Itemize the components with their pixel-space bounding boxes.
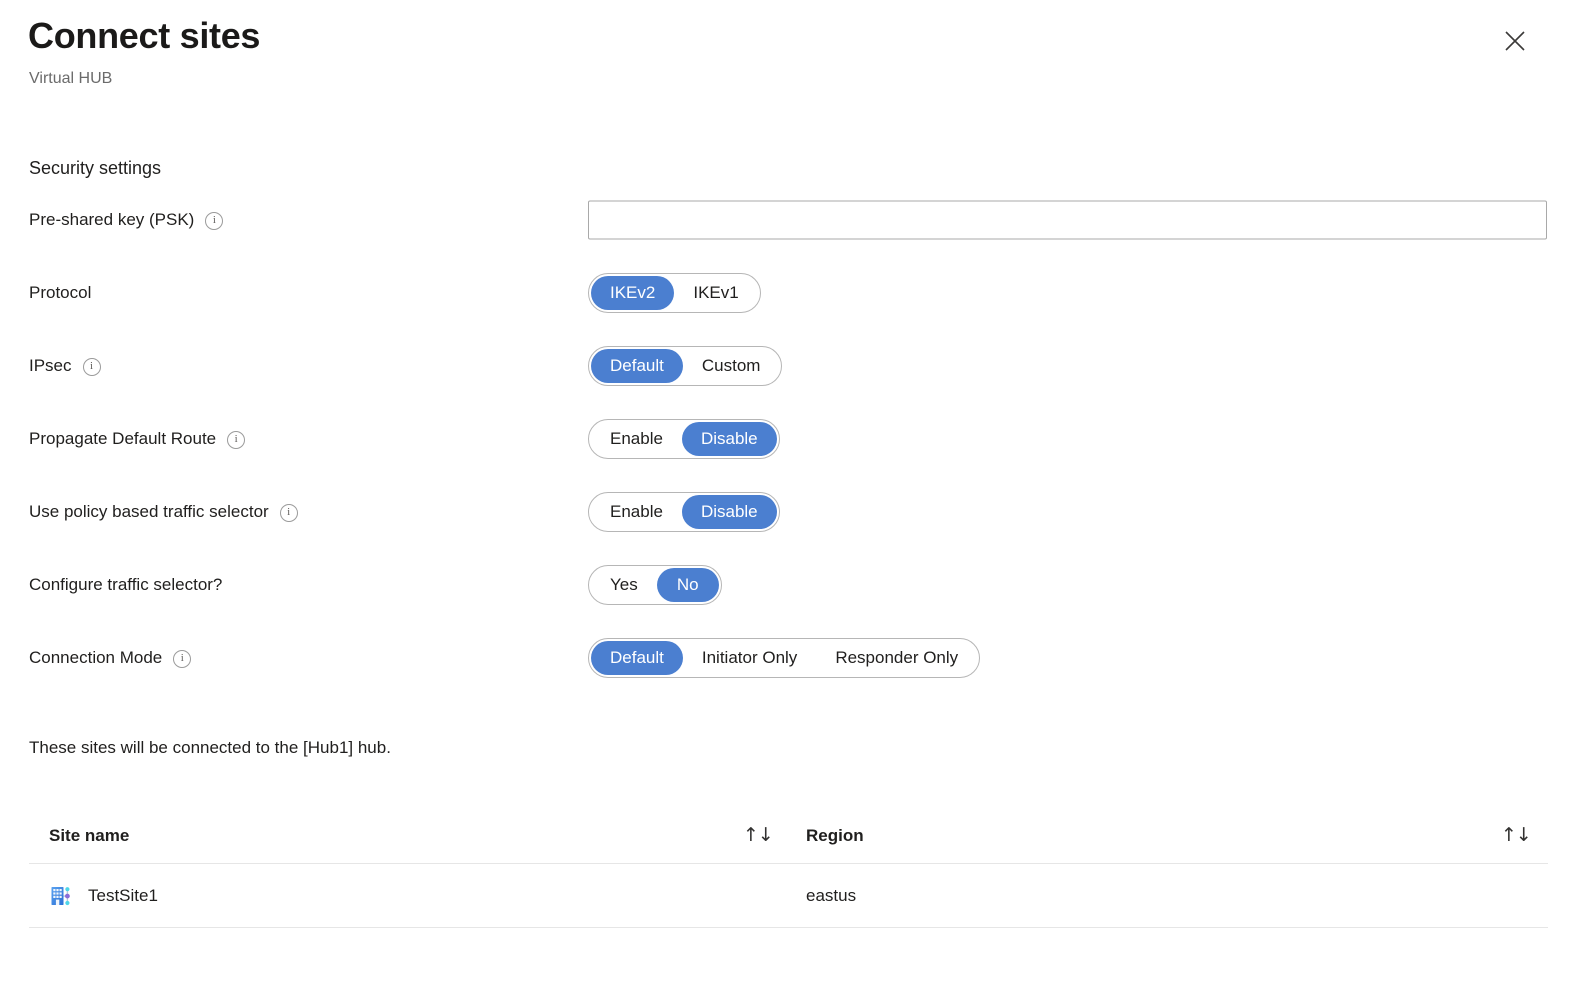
field-row-psk: Pre-shared key (PSK) i <box>0 200 1578 240</box>
field-row-use-policy-based-traffic-selector: Use policy based traffic selector i Enab… <box>0 492 1578 532</box>
field-row-propagate-default-route: Propagate Default Route i Enable Disable <box>0 419 1578 459</box>
psk-input[interactable] <box>588 200 1547 240</box>
field-row-protocol: Protocol IKEv2 IKEv1 <box>0 273 1578 313</box>
configure-traffic-selector-option-no[interactable]: No <box>656 568 719 602</box>
section-heading-security-settings: Security settings <box>29 158 162 178</box>
ipsec-option-custom[interactable]: Custom <box>683 349 780 383</box>
field-label-text-propagate-default-route: Propagate Default Route <box>29 429 217 448</box>
protocol-option-ikev2[interactable]: IKEv2 <box>591 276 675 310</box>
field-label-use-policy-based-traffic-selector: Use policy based traffic selector i <box>29 502 298 522</box>
field-label-protocol: Protocol <box>29 283 91 303</box>
info-icon-propagate-default-route[interactable]: i <box>227 431 246 449</box>
sites-table-header: Site name ↑↓ Region ↑↓ <box>29 818 1548 864</box>
field-label-text-connection-mode: Connection Mode <box>29 648 163 667</box>
field-label-text-protocol: Protocol <box>29 283 92 302</box>
protocol-option-ikev1[interactable]: IKEv1 <box>674 276 757 310</box>
use-policy-based-traffic-selector-choice-group[interactable]: Enable Disable <box>588 492 780 532</box>
protocol-choice-group[interactable]: IKEv2 IKEv1 <box>588 273 761 313</box>
configure-traffic-selector-option-yes[interactable]: Yes <box>591 568 657 602</box>
field-label-psk: Pre-shared key (PSK) i <box>29 210 224 230</box>
page-title: Connect sites <box>28 15 261 56</box>
field-label-text-configure-traffic-selector: Configure traffic selector? <box>29 575 223 594</box>
cell-site-name: TestSite1 <box>49 883 158 909</box>
sites-table: Site name ↑↓ Region ↑↓ TestSite1 eastus <box>29 818 1548 928</box>
sites-note: These sites will be connected to the [Hu… <box>29 738 391 757</box>
field-label-text-use-policy-based-traffic-selector: Use policy based traffic selector <box>29 502 269 521</box>
blade-header: Connect sites Virtual HUB <box>0 0 1578 112</box>
page-subtitle: Virtual HUB <box>29 70 113 87</box>
column-header-site-name[interactable]: Site name <box>49 826 129 846</box>
close-button[interactable] <box>1498 24 1532 58</box>
info-icon-ipsec[interactable]: i <box>82 358 101 376</box>
field-label-configure-traffic-selector: Configure traffic selector? <box>29 575 222 595</box>
field-row-configure-traffic-selector: Configure traffic selector? Yes No <box>0 565 1578 605</box>
connection-mode-option-initiator-only[interactable]: Initiator Only <box>683 641 816 675</box>
field-label-text-ipsec: IPsec <box>29 356 72 375</box>
connection-mode-choice-group[interactable]: Default Initiator Only Responder Only <box>588 638 981 678</box>
propagate-default-route-option-enable[interactable]: Enable <box>591 422 682 456</box>
ipsec-choice-group[interactable]: Default Custom <box>588 346 783 386</box>
site-building-icon <box>51 886 70 905</box>
use-policy-based-traffic-selector-option-disable[interactable]: Disable <box>681 495 777 529</box>
info-icon-use-policy-based-traffic-selector[interactable]: i <box>279 504 298 522</box>
field-label-ipsec: IPsec i <box>29 356 101 376</box>
field-row-ipsec: IPsec i Default Custom <box>0 346 1578 386</box>
field-label-propagate-default-route: Propagate Default Route i <box>29 429 246 449</box>
close-icon <box>1505 31 1525 51</box>
propagate-default-route-option-disable[interactable]: Disable <box>681 422 777 456</box>
cell-region: eastus <box>806 885 857 905</box>
connection-mode-option-responder-only[interactable]: Responder Only <box>816 641 977 675</box>
use-policy-based-traffic-selector-option-enable[interactable]: Enable <box>591 495 682 529</box>
field-label-text-psk: Pre-shared key (PSK) <box>29 210 195 229</box>
info-icon-psk[interactable]: i <box>205 212 224 230</box>
table-row[interactable]: TestSite1 eastus <box>29 864 1548 928</box>
propagate-default-route-choice-group[interactable]: Enable Disable <box>588 419 780 459</box>
info-icon-connection-mode[interactable]: i <box>173 650 192 668</box>
site-name-text: TestSite1 <box>88 885 158 905</box>
sort-icon-site-name[interactable]: ↑↓ <box>743 825 774 846</box>
connection-mode-option-default[interactable]: Default <box>591 641 683 675</box>
field-row-connection-mode: Connection Mode i Default Initiator Only… <box>0 638 1578 678</box>
configure-traffic-selector-choice-group[interactable]: Yes No <box>588 565 722 605</box>
field-label-connection-mode: Connection Mode i <box>29 648 192 668</box>
ipsec-option-default[interactable]: Default <box>591 349 683 383</box>
column-header-region[interactable]: Region <box>806 826 864 846</box>
sort-icon-region[interactable]: ↑↓ <box>1501 825 1532 846</box>
